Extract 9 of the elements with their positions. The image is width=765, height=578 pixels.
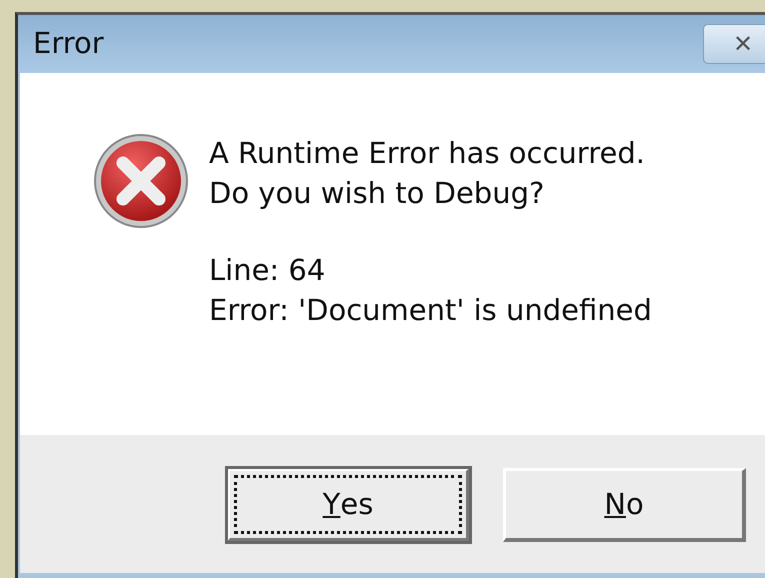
close-button[interactable]: ✕ [703,24,765,64]
message-text: Error: 'Document' is undefined [209,292,652,329]
window-title: Error [33,25,104,62]
message-text: Line: 64 [209,252,326,289]
message-text: A Runtime Error has occurred. [209,135,646,172]
dialog-button[interactable]: Yes [227,468,470,542]
dialog-button[interactable]: No [503,468,746,542]
error-icon [93,133,189,229]
message-text: Do you wish to Debug? [209,175,546,212]
